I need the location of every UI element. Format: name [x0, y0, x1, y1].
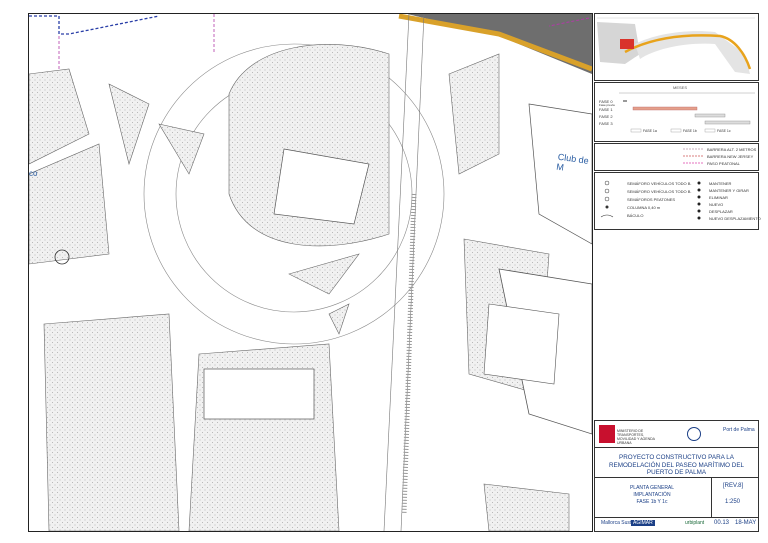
date: 18-MAY [735, 520, 757, 526]
plan-phase: FASE 1b Y 1c [636, 499, 668, 505]
port-label: Port de Palma [723, 427, 755, 433]
title-block: MINISTERIO DE TRANSPORTES, MOVILIDAD Y A… [594, 420, 759, 532]
ministry-label: MINISTERIO DE TRANSPORTES, MOVILIDAD Y A… [617, 429, 655, 445]
partial-label: co [29, 169, 38, 178]
barrier-legend: BARRERA ALT. 2 METROS BARRERA NEW JERSEY… [594, 143, 759, 171]
plan-title: PLANTA GENERAL [629, 485, 675, 491]
port-logo-icon [687, 427, 701, 441]
plan-sheet: Club de M co MESES FASE 0 Fase previa FA… [0, 0, 768, 543]
site-boundary [29, 15, 160, 35]
project-title: PROYECTO CONSTRUCTIVO PARA LA REMODELACI… [608, 454, 745, 476]
plan-subtitle: IMPLANTACIÓN [633, 492, 671, 498]
revision: [REV.8] [723, 483, 744, 489]
key-map [595, 14, 758, 80]
scale: 1:250 [725, 499, 741, 505]
gantt-chart [619, 92, 755, 133]
spain-crest-icon [599, 425, 615, 443]
site-plan-svg [29, 14, 592, 531]
phase-area-marker [620, 39, 634, 49]
phase1-bar [632, 106, 698, 111]
site-plan-drawing[interactable]: Club de M co [28, 13, 593, 532]
schedule-panel: MESES FASE 0 Fase previa FASE 1 FASE 2 F… [594, 82, 759, 142]
symbol-legend: SEMÁFORO VEHÍCULOS TODO B. SEMÁFORO VEHÍ… [594, 172, 761, 230]
sheet-number: 00.13 [714, 520, 730, 526]
key-map-panel [594, 13, 759, 81]
